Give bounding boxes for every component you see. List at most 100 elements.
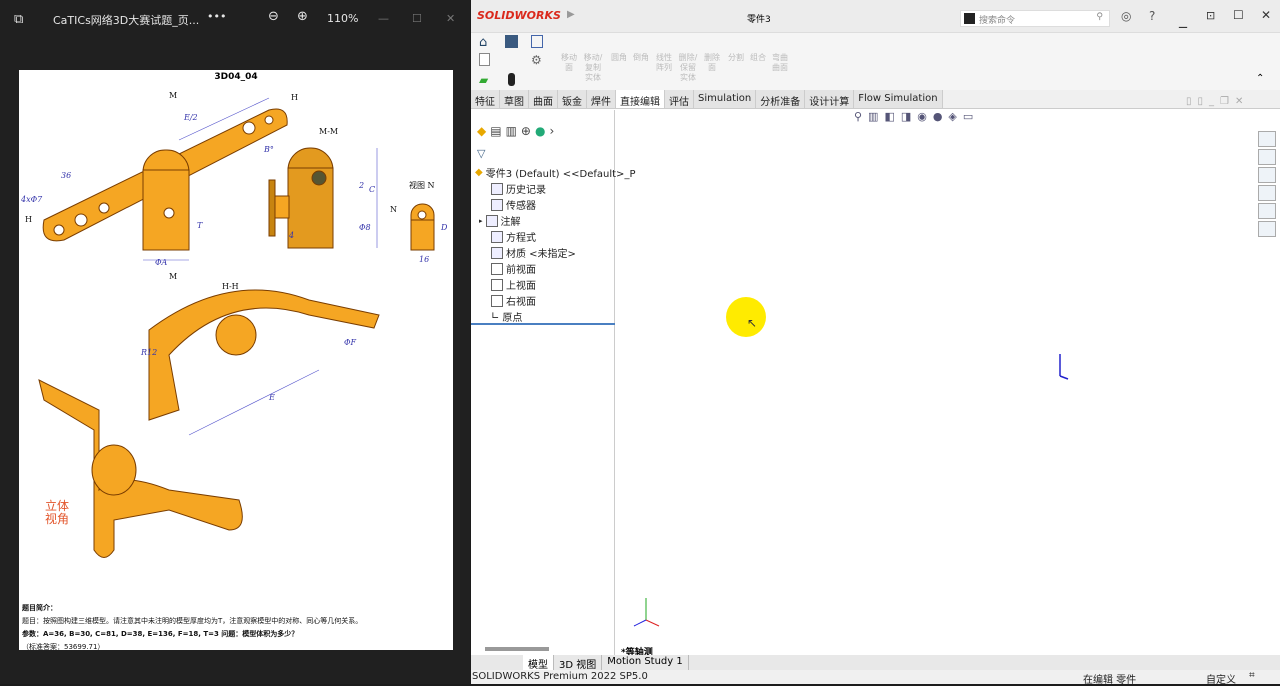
- zoom-in-icon[interactable]: ⊕: [297, 9, 308, 24]
- tab-design-calc[interactable]: 设计计算: [805, 90, 855, 108]
- dim-2: 2: [358, 181, 364, 190]
- command-tabs: 特征 草图 曲面 钣金 焊件 直接编辑 评估 Simulation 分析准备 设…: [471, 90, 1280, 109]
- annotation-icon: [485, 214, 498, 227]
- viewport-window-controls[interactable]: ▯▯_❐✕: [1186, 96, 1249, 107]
- close-icon[interactable]: ✕: [446, 12, 455, 25]
- filter-icon[interactable]: ▽: [477, 147, 485, 160]
- home-icon[interactable]: ⌂: [479, 35, 487, 50]
- viewer-title: CaTICs网络3D大赛试题_页...: [53, 14, 200, 27]
- maximize-icon[interactable]: ☐: [412, 12, 422, 25]
- search-commands-input[interactable]: 搜索命令 ⚲: [960, 10, 1110, 27]
- tree-item-right-plane[interactable]: 右视面: [491, 293, 536, 308]
- search-icon: ⚲: [1096, 12, 1103, 22]
- close-icon[interactable]: ✕: [1261, 8, 1271, 22]
- tab-evaluate[interactable]: 评估: [665, 90, 694, 108]
- tree-root[interactable]: ◆ 零件3 (Default) <<Default>_P: [475, 165, 635, 180]
- intro-params: 参数：A=36, B=30, C=81, D=38, E=136, F=18, …: [22, 630, 299, 638]
- ribbon-delete-face[interactable]: 删除面: [701, 53, 723, 73]
- tab-analysis-prep[interactable]: 分析准备: [756, 90, 806, 108]
- gear-icon[interactable]: ⚙: [531, 53, 542, 67]
- tree-item-top-plane[interactable]: 上视面: [491, 277, 536, 292]
- tab-motion-study[interactable]: Motion Study 1: [602, 655, 689, 670]
- document-title: 零件3: [747, 15, 771, 25]
- restore-icon[interactable]: ⊡: [1206, 9, 1215, 22]
- tab-3d-views[interactable]: 3D 视图: [554, 655, 603, 671]
- image-icon: ⧉: [14, 12, 24, 27]
- task-pane-custom-properties-icon[interactable]: [1258, 221, 1276, 237]
- part-icon: ◆: [475, 167, 483, 178]
- dim-16: 16: [419, 255, 429, 264]
- label-M-bottom: M: [169, 272, 177, 281]
- task-pane-view-palette-icon[interactable]: [1258, 185, 1276, 201]
- dimxpert-icon[interactable]: ⊕: [521, 124, 531, 144]
- display-manager-icon[interactable]: ●: [535, 124, 545, 144]
- plane-icon: [491, 262, 503, 275]
- tab-sheet-metal[interactable]: 钣金: [558, 90, 587, 108]
- stereo-view-label: 立体 视角: [45, 499, 70, 526]
- tab-direct-editing[interactable]: 直接编辑: [616, 90, 665, 108]
- zoom-level: 110%: [327, 12, 359, 25]
- task-pane-appearances-icon[interactable]: [1258, 203, 1276, 219]
- task-pane-resources-icon[interactable]: [1258, 131, 1276, 147]
- more-button[interactable]: •••: [207, 10, 226, 23]
- property-manager-icon[interactable]: ▤: [490, 124, 501, 144]
- ribbon-fillet[interactable]: 圆角: [608, 53, 630, 63]
- ribbon-delete-keep-body[interactable]: 删除/保留实体: [677, 53, 699, 83]
- minimize-icon[interactable]: _: [1179, 9, 1187, 28]
- ribbon-combine[interactable]: 组合: [747, 53, 769, 63]
- ribbon-move-copy-body[interactable]: 移动/复制实体: [582, 53, 604, 83]
- ribbon-flex[interactable]: 弯曲曲面: [769, 53, 791, 73]
- tab-simulation[interactable]: Simulation: [694, 90, 757, 108]
- viewer-titlebar: ⧉ CaTICs网络3D大赛试题_页... ••• ⊖ ⊕ 110% — ☐ ✕: [0, 0, 470, 36]
- graphics-area[interactable]: ⚲▥◧◨◉●◈▭ ▯▯_❐✕ ↖ *等轴测: [616, 96, 1256, 658]
- tree-item-equations[interactable]: 方程式: [491, 229, 536, 244]
- tab-sketch[interactable]: 草图: [500, 90, 529, 108]
- new-document-icon[interactable]: [479, 53, 490, 66]
- tree-item-material[interactable]: 材质 <未指定>: [491, 245, 576, 260]
- feature-tree-tab-icon[interactable]: ◆: [477, 124, 486, 144]
- collapse-ribbon-icon[interactable]: ⌃: [1256, 73, 1264, 84]
- user-icon[interactable]: ◎: [1121, 9, 1131, 23]
- task-pane-design-library-icon[interactable]: [1258, 149, 1276, 165]
- ribbon-chamfer[interactable]: 倒角: [630, 53, 652, 63]
- configuration-manager-icon[interactable]: ▥: [506, 124, 517, 144]
- maximize-icon[interactable]: ☐: [1233, 8, 1244, 22]
- view-axes-triad: [633, 598, 660, 627]
- open-folder-icon[interactable]: ▰: [479, 73, 488, 87]
- sw-logo[interactable]: SOLIDWORKS: [477, 9, 561, 22]
- tab-features[interactable]: 特征: [471, 90, 500, 108]
- tree-scrollbar[interactable]: [485, 647, 549, 651]
- zoom-out-icon[interactable]: ⊖: [268, 9, 279, 24]
- options-list-icon[interactable]: [531, 35, 543, 48]
- tag-icon[interactable]: ⌗: [1249, 670, 1255, 681]
- tab-flow-simulation[interactable]: Flow Simulation: [854, 90, 943, 108]
- ribbon-linear-pattern[interactable]: 线性阵列: [653, 53, 675, 73]
- dim-d: D: [440, 223, 448, 232]
- image-viewer-window: ⧉ CaTICs网络3D大赛试题_页... ••• ⊖ ⊕ 110% — ☐ ✕…: [0, 0, 470, 684]
- sensor-icon: [491, 198, 503, 211]
- heads-up-view-toolbar[interactable]: ⚲▥◧◨◉●◈▭: [854, 110, 979, 123]
- label-H-right: H: [291, 93, 298, 102]
- save-icon[interactable]: [505, 35, 518, 48]
- tree-item-annotations[interactable]: ▸ 注解: [479, 213, 521, 228]
- dim-8: Φ8: [359, 223, 371, 232]
- rollback-bar[interactable]: [471, 323, 615, 325]
- ribbon-split[interactable]: 分割: [725, 53, 747, 63]
- label-N: N: [390, 205, 397, 214]
- menu-expand-icon[interactable]: ▶: [567, 9, 575, 20]
- chevron-right-icon[interactable]: ›: [549, 124, 554, 144]
- task-pane-file-explorer-icon[interactable]: [1258, 167, 1276, 183]
- tab-surfaces[interactable]: 曲面: [529, 90, 558, 108]
- tab-weldments[interactable]: 焊件: [587, 90, 616, 108]
- rebuild-icon[interactable]: [508, 73, 515, 86]
- ribbon-move-face[interactable]: 移动面: [558, 53, 580, 73]
- tree-item-origin[interactable]: ∟ 原点: [491, 309, 522, 324]
- tree-item-sensors[interactable]: 传感器: [491, 197, 536, 212]
- tree-item-front-plane[interactable]: 前视面: [491, 261, 536, 276]
- dim-4: 4: [288, 231, 294, 240]
- dim-r: R12: [140, 348, 157, 357]
- help-icon[interactable]: ?: [1149, 9, 1155, 23]
- tab-model[interactable]: 模型: [523, 655, 554, 671]
- minimize-icon[interactable]: —: [378, 12, 389, 25]
- tree-item-history[interactable]: 历史记录: [491, 181, 546, 196]
